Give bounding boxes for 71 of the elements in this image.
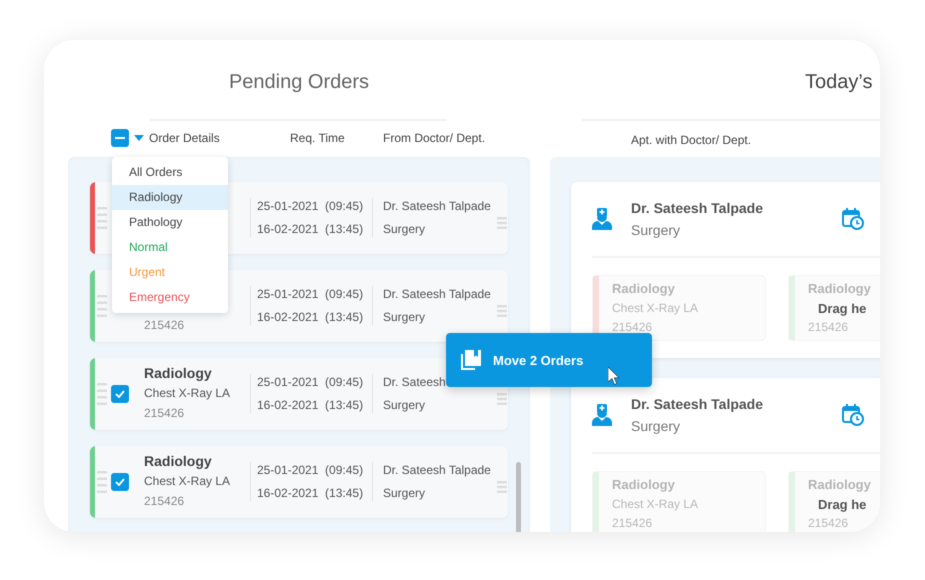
request-time: 16-02-2021 (13:45)	[257, 485, 364, 502]
select-all-checkbox[interactable]	[111, 129, 129, 147]
order-type: Radiology	[612, 476, 676, 494]
doctor-icon	[592, 208, 612, 230]
order-id: 215426	[612, 319, 654, 336]
drag-handle-icon[interactable]	[97, 207, 107, 229]
column-header: From Doctor/ Dept.	[383, 131, 486, 145]
order-id: 215426	[808, 515, 850, 532]
drag-handle-icon[interactable]	[97, 383, 107, 405]
drag-handle-icon[interactable]	[497, 305, 507, 317]
order-id: 215426	[144, 493, 186, 510]
doctor-name: Dr. Sateesh	[383, 374, 447, 391]
order-checkbox[interactable]	[111, 473, 129, 491]
menu-item[interactable]: Radiology	[112, 185, 228, 210]
order-id: 215426	[808, 319, 850, 336]
department: Surgery	[631, 221, 682, 240]
request-time: 16-02-2021 (13:45)	[257, 221, 364, 238]
doctor-icon	[592, 404, 612, 426]
doctor-name: Dr. Sateesh Talpade	[631, 395, 764, 414]
checkmark-icon	[115, 390, 125, 398]
drop-hint: Drag he	[818, 496, 868, 514]
test-name: Chest X-Ray LA	[144, 473, 232, 490]
doctor-name: Dr. Sateesh Talpade	[383, 462, 492, 479]
request-time: 16-02-2021 (13:45)	[257, 309, 364, 326]
section-title: Today’s	[804, 70, 874, 94]
column-header: Req. Time	[290, 131, 345, 145]
column-header: Apt. with Doctor/ Dept.	[631, 133, 752, 147]
request-time: 25-01-2021 (09:45)	[257, 286, 364, 303]
menu-item[interactable]: Pathology	[112, 210, 228, 235]
order-card[interactable]: Radiology Chest X-Ray LA 215426 25-01-2021 (09:45) 16-02-2021 (13:45) Dr. Sateesh Talpade Surgery	[90, 446, 508, 518]
order-type: Radiology	[612, 280, 676, 298]
menu-item[interactable]: All Orders	[112, 160, 228, 185]
cursor-icon	[608, 367, 620, 385]
order-type: Radiology	[808, 476, 871, 494]
order-type: Radiology	[144, 364, 213, 383]
order-id: 215426	[144, 405, 186, 422]
calendar-clock-icon[interactable]	[842, 404, 864, 426]
order-id: 215426	[144, 317, 186, 334]
order-id: 215426	[612, 515, 654, 532]
checkmark-icon	[115, 478, 125, 486]
department: Surgery	[383, 221, 426, 238]
caret-icon[interactable]	[134, 135, 144, 141]
calendar-clock-icon[interactable]	[842, 208, 864, 230]
drop-hint: Drag he	[818, 300, 868, 318]
test-name: Chest X-Ray LA	[144, 385, 232, 402]
department: Surgery	[631, 417, 682, 436]
doctor-name: Dr. Sateesh Talpade	[631, 199, 764, 218]
drag-handle-icon[interactable]	[97, 471, 107, 493]
drag-handle-icon[interactable]	[497, 393, 507, 405]
copy-icon	[461, 350, 481, 370]
request-time: 25-01-2021 (09:45)	[257, 462, 364, 479]
drag-handle-icon[interactable]	[497, 217, 507, 229]
department: Surgery	[383, 309, 426, 326]
section-title: Pending Orders	[228, 70, 370, 94]
request-time: 25-01-2021 (09:45)	[257, 374, 364, 391]
test-name: Chest X-Ray LA	[612, 300, 698, 317]
doctor-name: Dr. Sateesh Talpade	[383, 198, 492, 215]
doctor-name: Dr. Sateesh Talpade	[383, 286, 492, 303]
drag-handle-icon[interactable]	[497, 481, 507, 493]
drag-handle-icon[interactable]	[97, 295, 107, 317]
department: Surgery	[383, 485, 426, 502]
department: Surgery	[383, 397, 426, 414]
scrollbar[interactable]	[516, 462, 521, 532]
request-time: 16-02-2021 (13:45)	[257, 397, 364, 414]
order-checkbox[interactable]	[111, 385, 129, 403]
request-time: 25-01-2021 (09:45)	[257, 198, 364, 215]
order-type: Radiology	[808, 280, 871, 298]
order-type: Radiology	[144, 452, 213, 471]
menu-item[interactable]: Emergency	[112, 285, 228, 310]
test-name: Chest X-Ray LA	[612, 496, 698, 513]
column-header: Order Details	[149, 131, 220, 145]
